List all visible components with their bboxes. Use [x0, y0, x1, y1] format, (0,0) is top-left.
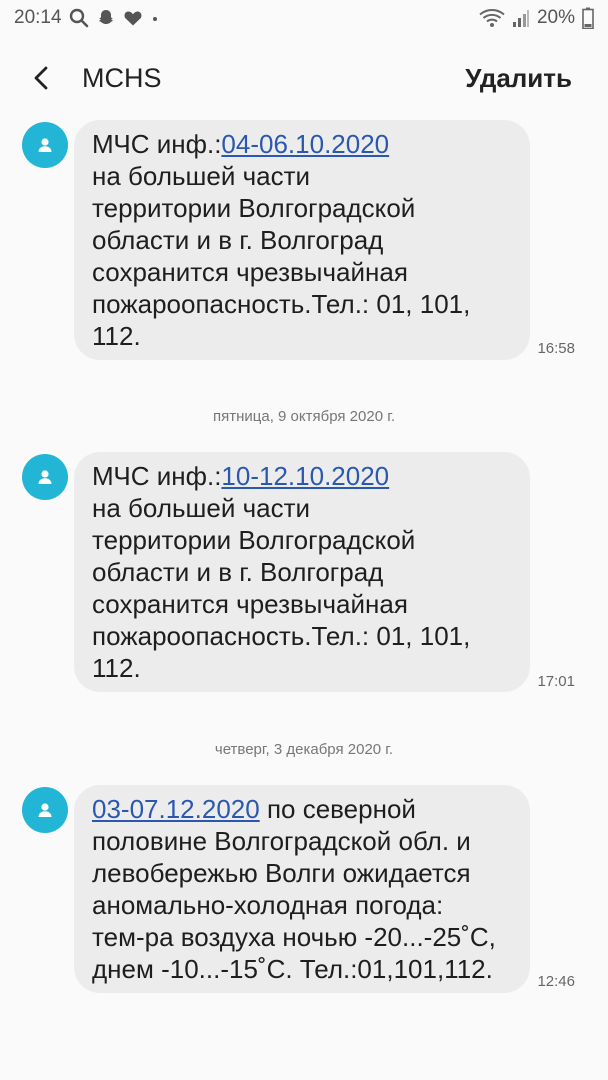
status-time: 20:14: [14, 7, 62, 28]
person-icon: [38, 138, 52, 152]
message-line: области и в г. Волгоград: [92, 225, 384, 255]
message-line: пожароопасность.Тел.: 01, 101,: [92, 621, 471, 651]
back-arrow-icon: [34, 66, 48, 90]
message-time: 12:46: [537, 973, 575, 990]
message-line: тем-ра воздуха ночью -20...-25˚С,: [92, 922, 496, 952]
message-line: 112.: [92, 653, 141, 683]
avatar[interactable]: [22, 454, 68, 500]
message-bubble[interactable]: МЧС инф.:04-06.10.2020 на большей части …: [74, 120, 530, 360]
back-button[interactable]: [12, 48, 72, 108]
date-separator: четверг, 3 декабря 2020 г.: [214, 741, 394, 758]
message-line: 112.: [92, 321, 141, 351]
message-bubble[interactable]: МЧС инф.:10-12.10.2020 на большей части …: [74, 452, 530, 692]
person-icon: [38, 470, 52, 484]
delete-button[interactable]: Удалить: [465, 63, 572, 94]
conversation-header: MCHS Удалить: [0, 46, 608, 110]
message-bubble[interactable]: 03-07.12.2020 по северной половине Волго…: [74, 785, 530, 993]
message-line: половине Волгоградской обл. и: [92, 826, 471, 856]
message-line: днем -10...-15˚С. Тел.:01,101,112.: [92, 954, 493, 984]
battery-icon: [582, 7, 594, 29]
message-prefix: МЧС инф.:: [92, 461, 222, 491]
status-bar: 20:14 20%: [0, 0, 608, 36]
message-line: левобережью Волги ожидается: [92, 858, 471, 888]
message-time: 17:01: [537, 673, 575, 690]
message-line: области и в г. Волгоград: [92, 557, 384, 587]
message-prefix: МЧС инф.:: [92, 129, 222, 159]
message-time: 16:58: [537, 340, 575, 357]
message-line: МЧС инф.:10-12.10.2020: [92, 460, 512, 492]
message-line: аномально-холодная погода:: [92, 890, 444, 920]
message-line: пожароопасность.Тел.: 01, 101,: [92, 289, 471, 319]
snapchat-icon: [96, 8, 116, 28]
search-icon: [69, 8, 89, 28]
battery-percentage: 20%: [536, 7, 575, 28]
date-link[interactable]: 04-06.10.2020: [221, 129, 389, 159]
message-line: 03-07.12.2020 по северной: [92, 793, 512, 825]
date-link[interactable]: 10-12.10.2020: [221, 461, 389, 491]
message-line: на большей части: [92, 493, 311, 523]
contact-name: MCHS: [82, 62, 162, 93]
message-line: на большей части: [92, 161, 311, 191]
message-line: МЧС инф.:04-06.10.2020: [92, 128, 512, 160]
person-icon: [38, 803, 52, 817]
dot-icon: [150, 8, 160, 28]
status-right: 20%: [479, 7, 594, 29]
message-line: сохранится чрезвычайная: [92, 257, 408, 287]
message-line: сохранится чрезвычайная: [92, 589, 408, 619]
message-line: территории Волгоградской: [92, 193, 416, 223]
avatar[interactable]: [22, 787, 68, 833]
date-link[interactable]: 03-07.12.2020: [92, 794, 260, 824]
wifi-icon: [479, 8, 505, 28]
message-line: территории Волгоградской: [92, 525, 416, 555]
avatar[interactable]: [22, 122, 68, 168]
date-separator: пятница, 9 октября 2020 г.: [212, 408, 396, 425]
heart-icon: [123, 8, 143, 28]
status-left: 20:14: [14, 7, 160, 29]
message-text: по северной: [259, 794, 416, 824]
signal-icon: [512, 8, 530, 28]
